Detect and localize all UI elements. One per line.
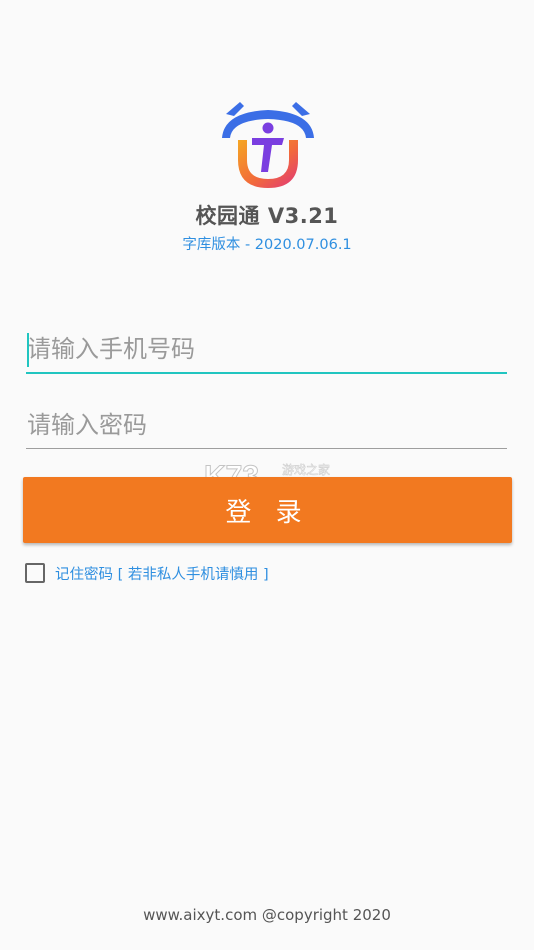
remember-password-row[interactable]: 记住密码 [ 若非私人手机请慎用 ]	[25, 562, 269, 584]
font-library-version: 字库版本 - 2020.07.06.1	[182, 237, 352, 253]
phone-field[interactable]	[26, 326, 507, 374]
password-input[interactable]	[26, 402, 507, 448]
app-title: 校园通 V3.21	[195, 204, 339, 228]
footer-copyright: www.aixyt.com @copyright 2020	[143, 906, 391, 924]
login-screen: 校园通 V3.21 字库版本 - 2020.07.06.1 K73 游戏之家 登…	[0, 0, 534, 950]
checkbox-unchecked-icon[interactable]	[25, 563, 45, 583]
password-field[interactable]	[26, 402, 507, 449]
remember-password-label[interactable]: 记住密码 [ 若非私人手机请慎用 ]	[55, 563, 269, 584]
phone-input[interactable]	[26, 326, 507, 372]
svg-text:游戏之家: 游戏之家	[282, 462, 330, 477]
text-cursor	[27, 333, 29, 367]
campus-logo-icon	[222, 102, 314, 188]
login-button[interactable]: 登 录	[23, 477, 512, 543]
